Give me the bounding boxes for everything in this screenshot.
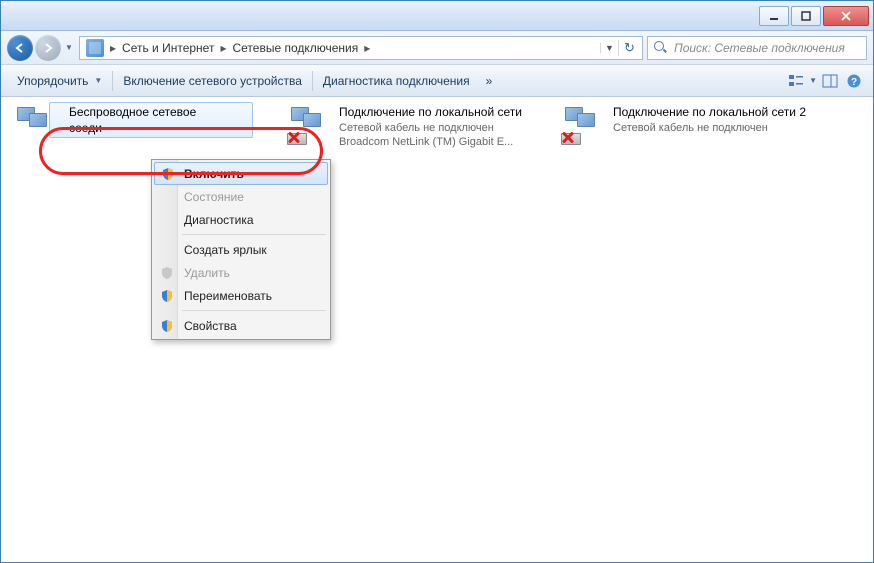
ctx-diagnose[interactable]: Диагностика [154, 208, 328, 231]
minimize-button[interactable] [759, 6, 789, 26]
ethernet-icon [287, 105, 331, 145]
ctx-rename-label: Переименовать [184, 289, 272, 303]
context-menu: Включить Состояние Диагностика Создать я… [151, 159, 331, 340]
connection-status: Сетевой кабель не подключен [339, 121, 522, 135]
ctx-status: Состояние [154, 185, 328, 208]
separator [182, 234, 326, 235]
view-dropdown[interactable]: ▼ [809, 76, 817, 85]
shield-icon [160, 289, 174, 303]
chevron-right-icon: ▸ [362, 41, 372, 55]
ethernet-icon [561, 105, 605, 145]
chevron-right-icon: ▸ [218, 41, 228, 55]
connection-item-lan1[interactable]: Подключение по локальной сети Сетевой ка… [287, 105, 537, 149]
refresh-button[interactable]: ↻ [618, 40, 640, 56]
ctx-shortcut[interactable]: Создать ярлык [154, 238, 328, 261]
connection-status: Сетевой кабель не подключен [613, 121, 806, 135]
organize-label: Упорядочить [17, 74, 88, 88]
ctx-rename[interactable]: Переименовать [154, 284, 328, 307]
shield-icon [161, 167, 175, 181]
nav-buttons: ▼ [7, 35, 75, 61]
toolbar: Упорядочить▼ Включение сетевого устройст… [1, 65, 873, 97]
preview-pane-button[interactable] [819, 70, 841, 92]
breadcrumb-seg-2[interactable]: Сетевые подключения [228, 41, 362, 55]
diagnose-button[interactable]: Диагностика подключения [315, 70, 478, 92]
connection-name: Подключение по локальной сети 2 [613, 105, 806, 121]
shield-icon [160, 266, 174, 280]
connection-name: Подключение по локальной сети [339, 105, 522, 121]
back-button[interactable] [7, 35, 33, 61]
separator [312, 71, 313, 91]
ctx-enable-label: Включить [184, 167, 244, 181]
window: ▼ ▸ Сеть и Интернет ▸ Сетевые подключени… [0, 0, 874, 563]
enable-device-button[interactable]: Включение сетевого устройства [115, 70, 310, 92]
connection-name: Беспроводное сетевое [69, 105, 255, 121]
wireless-icon [13, 105, 57, 145]
toolbar-right: ▼ ? [785, 70, 865, 92]
ctx-enable[interactable]: Включить [154, 162, 328, 185]
ctx-shortcut-label: Создать ярлык [184, 243, 267, 257]
search-input[interactable]: Поиск: Сетевые подключения [647, 36, 867, 60]
ctx-delete: Удалить [154, 261, 328, 284]
location-icon [86, 39, 104, 57]
ctx-delete-label: Удалить [184, 266, 230, 280]
diagnose-label: Диагностика подключения [323, 74, 470, 88]
ctx-diagnose-label: Диагностика [184, 213, 254, 227]
disconnected-x-icon [561, 131, 575, 145]
breadcrumb-dropdown[interactable]: ▼ [600, 43, 618, 53]
organize-menu[interactable]: Упорядочить▼ [9, 70, 110, 92]
content-area: Беспроводное сетевое соеди Подключение п… [1, 97, 873, 562]
shield-icon [160, 319, 174, 333]
svg-text:?: ? [851, 77, 857, 88]
address-bar: ▼ ▸ Сеть и Интернет ▸ Сетевые подключени… [1, 31, 873, 65]
help-button[interactable]: ? [843, 70, 865, 92]
separator [182, 310, 326, 311]
nav-history-dropdown[interactable]: ▼ [63, 43, 75, 52]
connection-adapter: Broadcom NetLink (TM) Gigabit E... [339, 135, 522, 149]
ctx-properties-label: Свойства [184, 319, 237, 333]
connection-item-wireless[interactable]: Беспроводное сетевое соеди [13, 105, 263, 145]
search-icon [654, 41, 668, 55]
overflow-label: » [486, 74, 493, 88]
ctx-status-label: Состояние [184, 190, 244, 204]
connection-item-lan2[interactable]: Подключение по локальной сети 2 Сетевой … [561, 105, 811, 145]
view-mode-button[interactable] [785, 70, 807, 92]
chevron-right-icon: ▸ [108, 41, 118, 55]
breadcrumb[interactable]: ▸ Сеть и Интернет ▸ Сетевые подключения … [79, 36, 643, 60]
enable-device-label: Включение сетевого устройства [123, 74, 302, 88]
maximize-button[interactable] [791, 6, 821, 26]
search-placeholder: Поиск: Сетевые подключения [674, 41, 845, 55]
ctx-properties[interactable]: Свойства [154, 314, 328, 337]
disconnected-x-icon [287, 131, 301, 145]
close-button[interactable] [823, 6, 869, 26]
breadcrumb-seg-1[interactable]: Сеть и Интернет [118, 41, 218, 55]
separator [112, 71, 113, 91]
connection-name-line2: соеди [69, 121, 255, 137]
overflow-button[interactable]: » [478, 70, 501, 92]
titlebar [1, 1, 873, 31]
forward-button[interactable] [35, 35, 61, 61]
